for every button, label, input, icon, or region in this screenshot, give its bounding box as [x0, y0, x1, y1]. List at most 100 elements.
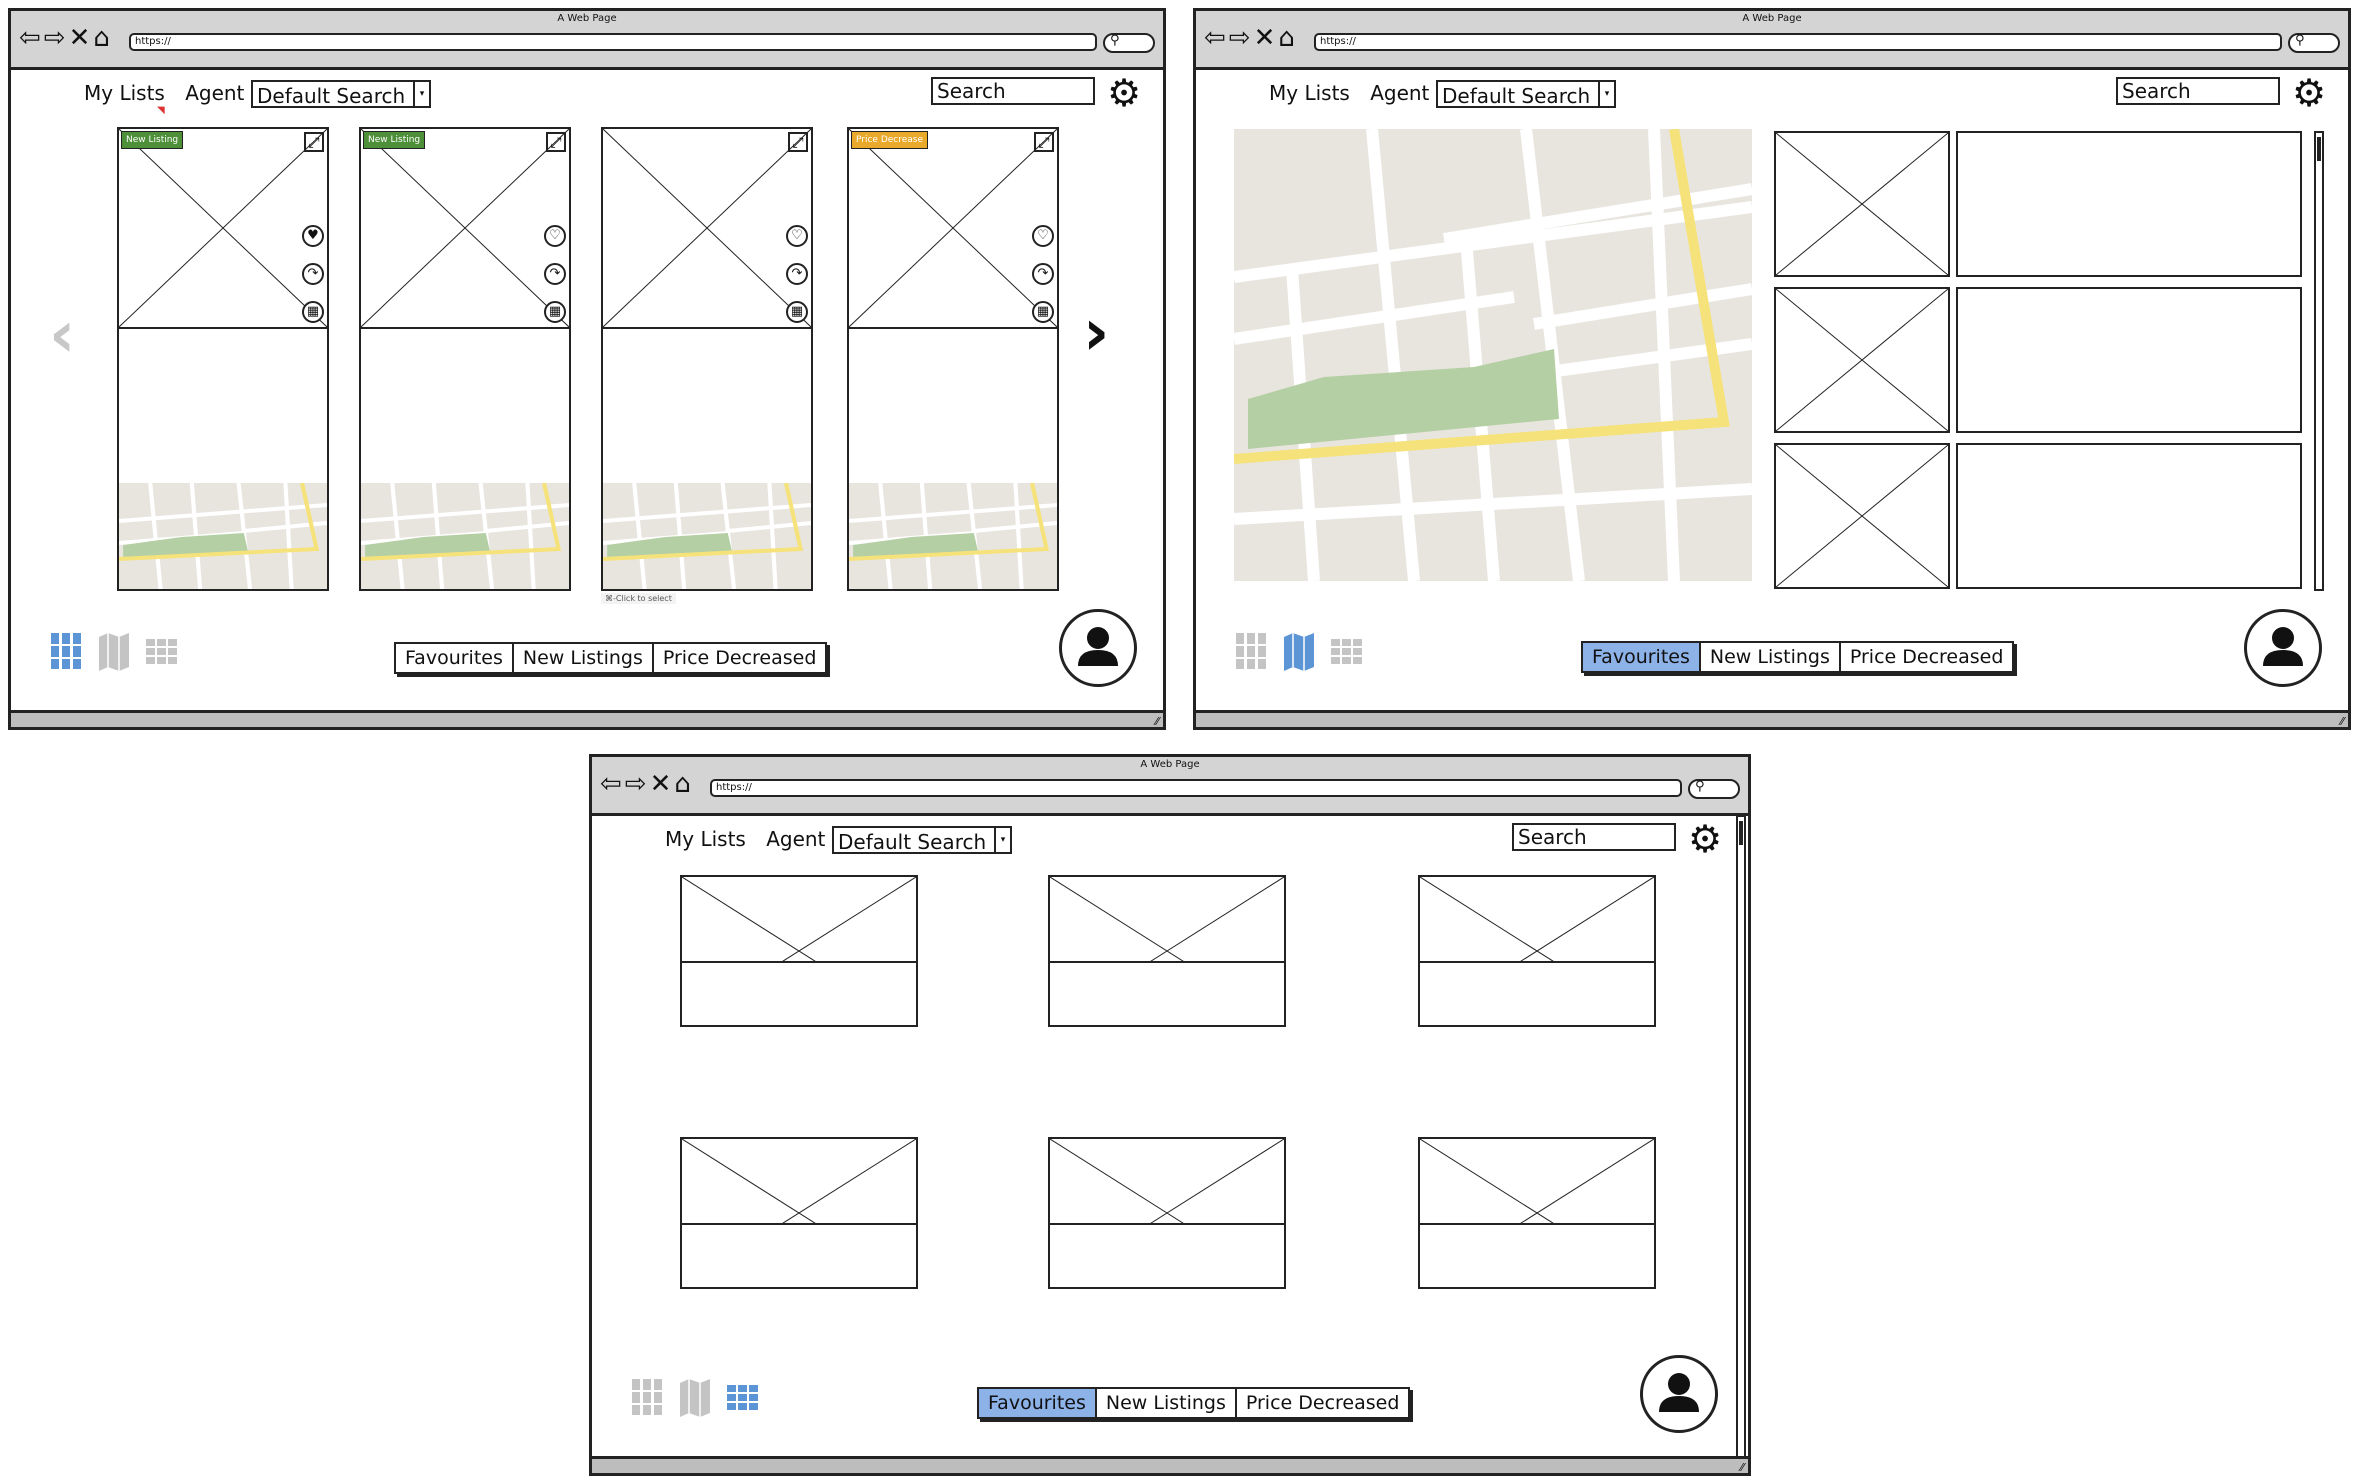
heart-icon[interactable]: ♡ [544, 225, 566, 247]
home-icon[interactable]: ⌂ [674, 769, 694, 799]
share-icon[interactable]: ↷ [786, 263, 808, 285]
user-avatar-icon[interactable] [1640, 1355, 1718, 1433]
search-select[interactable]: Default Search ▾ [1436, 80, 1616, 108]
search-select[interactable]: Default Search ▾ [832, 826, 1012, 854]
listing-details[interactable] [1048, 961, 1286, 1027]
listing-details[interactable] [1956, 443, 2302, 589]
gear-icon[interactable]: ⚙ [2292, 73, 2326, 113]
mini-map[interactable] [603, 483, 811, 589]
tab-favourites[interactable]: Favourites [396, 644, 514, 672]
agent-link[interactable]: Agent [185, 81, 244, 105]
scroll-thumb[interactable] [2317, 137, 2321, 161]
browser-search-button[interactable]: ⚲ [1688, 779, 1740, 799]
share-icon[interactable]: ↷ [544, 263, 566, 285]
back-icon[interactable]: ⇦ [19, 23, 44, 53]
expand-icon[interactable]: ⤢ [546, 132, 566, 152]
calendar-icon[interactable]: ▦ [544, 301, 566, 323]
scrollbar[interactable] [1736, 815, 1746, 1465]
user-avatar-icon[interactable] [1059, 609, 1137, 687]
forward-icon[interactable]: ⇨ [1229, 23, 1254, 53]
search-input[interactable]: Search [1512, 823, 1676, 851]
calendar-icon[interactable]: ▦ [786, 301, 808, 323]
my-lists-link[interactable]: My Lists [84, 81, 165, 105]
top-menu: My Lists Agent [1269, 81, 1443, 105]
map-view-icon[interactable] [678, 1377, 712, 1417]
grid-view-icon[interactable] [1330, 631, 1364, 671]
browser-search-button[interactable]: ⚲ [2288, 33, 2340, 53]
grid-view-icon[interactable] [145, 631, 179, 671]
listing-details[interactable] [680, 1223, 918, 1289]
listing-card[interactable]: Price Decrease ⤢ ♡ ↷ ▦ [847, 127, 1059, 591]
gear-icon[interactable]: ⚙ [1688, 819, 1722, 859]
chevron-right-icon[interactable]: › [1083, 301, 1109, 365]
agent-link[interactable]: Agent [766, 827, 825, 851]
columns-view-icon[interactable] [630, 1377, 664, 1417]
calendar-icon[interactable]: ▦ [302, 301, 324, 323]
address-bar[interactable]: https:// [129, 33, 1097, 51]
tab-new-listings[interactable]: New Listings [514, 644, 654, 672]
forward-icon[interactable]: ⇨ [625, 769, 650, 799]
listing-details[interactable] [680, 961, 918, 1027]
listing-card[interactable]: New Listing ⤢ ♥ ↷ ▦ [117, 127, 329, 591]
map[interactable] [1233, 128, 1753, 582]
listing-card[interactable]: ⤢ ♡ ↷ ▦ [601, 127, 813, 591]
heart-icon[interactable]: ♥ [302, 225, 324, 247]
tab-price-decreased[interactable]: Price Decreased [1841, 643, 2013, 671]
search-input[interactable]: Search [931, 77, 1095, 105]
heart-icon[interactable]: ♡ [1032, 225, 1054, 247]
mini-map[interactable] [849, 483, 1057, 589]
share-icon[interactable]: ↷ [1032, 263, 1054, 285]
gear-icon[interactable]: ⚙ [1107, 73, 1141, 113]
listing-image [119, 129, 327, 329]
close-icon[interactable]: ✕ [1254, 23, 1279, 53]
expand-icon[interactable]: ⤢ [304, 132, 324, 152]
search-select[interactable]: Default Search ▾ [251, 80, 431, 108]
columns-view-icon[interactable] [49, 631, 83, 671]
tab-new-listings[interactable]: New Listings [1097, 1389, 1237, 1417]
share-icon[interactable]: ↷ [302, 263, 324, 285]
heart-icon[interactable]: ♡ [786, 225, 808, 247]
listing-details[interactable] [1956, 131, 2302, 277]
listing-badge: New Listing [121, 131, 184, 149]
expand-icon[interactable]: ⤢ [1034, 132, 1054, 152]
scroll-thumb[interactable] [1739, 821, 1743, 845]
close-icon[interactable]: ✕ [69, 23, 94, 53]
forward-icon[interactable]: ⇨ [44, 23, 69, 53]
resize-handle-icon[interactable]: ⁄⁄ [1155, 715, 1159, 728]
listing-card[interactable]: New Listing ⤢ ♡ ↷ ▦ [359, 127, 571, 591]
home-icon[interactable]: ⌂ [93, 23, 113, 53]
tab-price-decreased[interactable]: Price Decreased [654, 644, 826, 672]
columns-view-icon[interactable] [1234, 631, 1268, 671]
browser-search-button[interactable]: ⚲ [1103, 33, 1155, 53]
map-view-icon[interactable] [97, 631, 131, 671]
scrollbar[interactable] [2314, 131, 2324, 591]
tab-new-listings[interactable]: New Listings [1701, 643, 1841, 671]
agent-link[interactable]: Agent [1370, 81, 1429, 105]
tab-favourites[interactable]: Favourites [1583, 643, 1701, 671]
close-icon[interactable]: ✕ [650, 769, 675, 799]
tab-favourites[interactable]: Favourites [979, 1389, 1097, 1417]
listing-details[interactable] [1956, 287, 2302, 433]
user-avatar-icon[interactable] [2244, 609, 2322, 687]
listing-details[interactable] [1418, 1223, 1656, 1289]
mini-map[interactable] [361, 483, 569, 589]
listing-details[interactable] [1048, 1223, 1286, 1289]
search-input[interactable]: Search [2116, 77, 2280, 105]
resize-handle-icon[interactable]: ⁄⁄ [1740, 1461, 1744, 1474]
tab-price-decreased[interactable]: Price Decreased [1237, 1389, 1409, 1417]
my-lists-link[interactable]: My Lists [665, 827, 746, 851]
back-icon[interactable]: ⇦ [600, 769, 625, 799]
mini-map[interactable] [119, 483, 327, 589]
chevron-left-icon[interactable]: ‹ [49, 303, 75, 367]
calendar-icon[interactable]: ▦ [1032, 301, 1054, 323]
resize-handle-icon[interactable]: ⁄⁄ [2340, 715, 2344, 728]
map-view-icon[interactable] [1282, 631, 1316, 671]
listing-details[interactable] [1418, 961, 1656, 1027]
grid-view-icon[interactable] [726, 1377, 760, 1417]
expand-icon[interactable]: ⤢ [788, 132, 808, 152]
home-icon[interactable]: ⌂ [1278, 23, 1298, 53]
address-bar[interactable]: https:// [710, 779, 1682, 797]
my-lists-link[interactable]: My Lists [1269, 81, 1350, 105]
back-icon[interactable]: ⇦ [1204, 23, 1229, 53]
address-bar[interactable]: https:// [1314, 33, 2282, 51]
